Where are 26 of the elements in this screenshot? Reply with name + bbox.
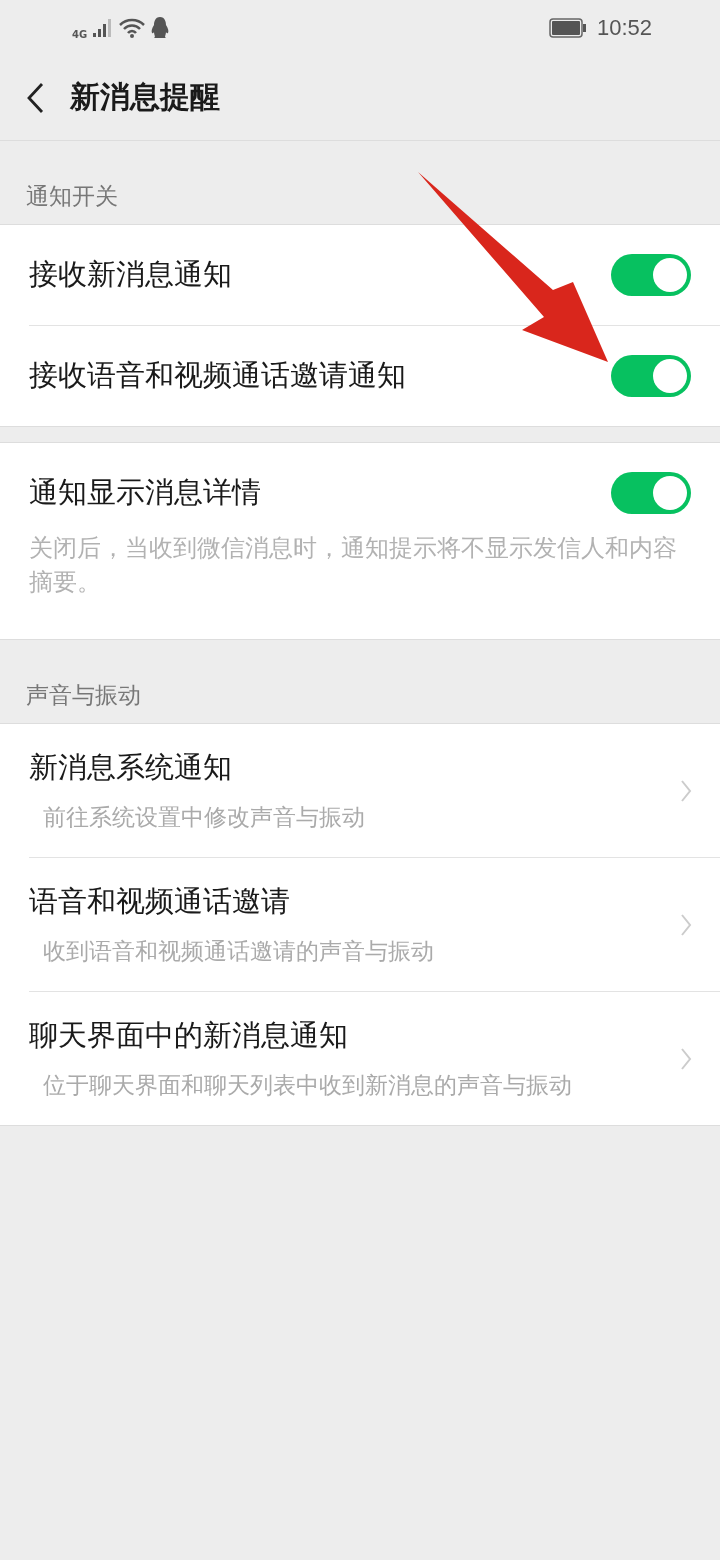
setting-label: 接收语音和视频通话邀请通知 (29, 357, 406, 394)
battery-icon (548, 17, 587, 38)
section-label: 声音与振动 (25, 681, 142, 710)
setting-label: 接收新消息通知 (29, 256, 232, 293)
setting-subtitle: 位于聊天界面和聊天列表中收到新消息的声音与振动 (42, 1071, 572, 1100)
chevron-right-icon[interactable] (680, 778, 692, 803)
setting-subtitle: 前往系统设置中修改声音与振动 (42, 803, 365, 832)
back-icon[interactable] (26, 81, 44, 114)
chevron-right-icon[interactable] (680, 912, 692, 937)
wifi-icon (119, 17, 146, 38)
setting-label: 通知显示消息详情 (29, 474, 261, 511)
signal-icon (93, 18, 114, 37)
page-title: 新消息提醒 (70, 78, 220, 116)
section-label: 通知开关 (25, 182, 119, 211)
setting-label[interactable]: 聊天界面中的新消息通知 (29, 1016, 572, 1056)
network-label: 4G (72, 29, 88, 40)
setting-label[interactable]: 语音和视频通话邀请 (29, 882, 434, 922)
setting-description: 关闭后，当收到微信消息时，通知提示将不显示发信人和内容摘要。 (29, 533, 678, 598)
setting-label[interactable]: 新消息系统通知 (29, 748, 365, 788)
toggle-switch[interactable] (611, 355, 691, 397)
toggle-switch[interactable] (611, 472, 691, 514)
chevron-right-icon[interactable] (680, 1046, 692, 1071)
penguin-icon (151, 16, 170, 39)
toggle-switch[interactable] (611, 254, 691, 296)
setting-subtitle: 收到语音和视频通话邀请的声音与振动 (42, 937, 434, 966)
clock-time: 10:52 (596, 14, 652, 41)
